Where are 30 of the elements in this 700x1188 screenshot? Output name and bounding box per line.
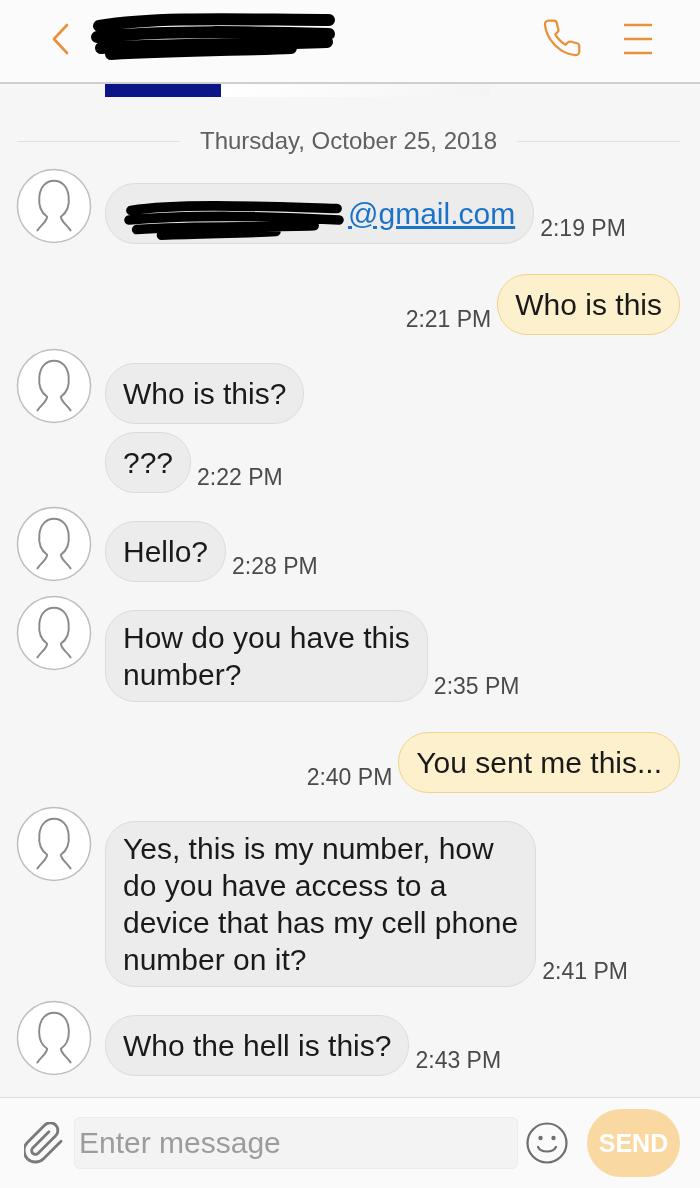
date-separator: Thursday, October 25, 2018	[199, 127, 498, 155]
message-text: How do you have this number?	[123, 620, 410, 693]
message-text: ???	[123, 445, 174, 481]
message-text: Who is this?	[123, 376, 287, 412]
avatar-icon[interactable]	[16, 806, 92, 882]
paperclip-icon[interactable]	[24, 1122, 64, 1164]
message-input[interactable]: Enter message	[74, 1117, 518, 1169]
menu-icon[interactable]	[623, 23, 653, 55]
message-time: 2:19 PM	[540, 215, 626, 241]
message-time: 2:41 PM	[542, 958, 628, 984]
smiley-icon[interactable]	[526, 1122, 568, 1164]
avatar-icon[interactable]	[16, 1000, 92, 1076]
avatar-icon[interactable]	[16, 506, 92, 582]
message-time: 2:28 PM	[232, 553, 318, 579]
back-icon[interactable]	[51, 23, 69, 55]
message-time: 2:35 PM	[433, 673, 520, 699]
message-time: 2:40 PM	[306, 764, 393, 790]
message-text: Who is this	[515, 287, 662, 323]
message-text: Hello?	[123, 534, 209, 570]
message-text: Yes, this is my number, how do you have access to a device that has my cell phone number on it?	[123, 831, 519, 978]
avatar-icon[interactable]	[16, 595, 92, 671]
avatar-icon[interactable]	[16, 168, 92, 244]
phone-icon[interactable]	[543, 19, 581, 57]
avatar-icon[interactable]	[16, 348, 92, 424]
message-text: Who the hell is this?	[123, 1028, 392, 1064]
email-link[interactable]: @gmail.com	[348, 195, 516, 232]
message-text: You sent me this...	[416, 745, 662, 781]
message-time: 2:43 PM	[415, 1047, 502, 1073]
message-time: 2:21 PM	[405, 306, 492, 332]
message-time: 2:22 PM	[197, 464, 283, 490]
